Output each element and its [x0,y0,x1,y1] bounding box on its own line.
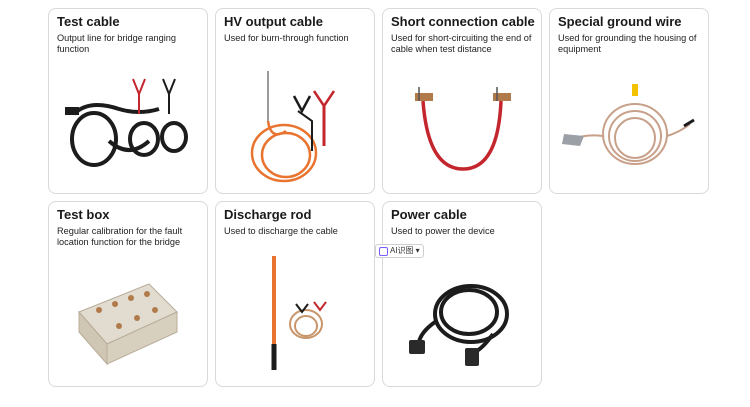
card-special-ground-wire[interactable]: Special ground wire Used for grounding t… [549,8,709,194]
card-title: Power cable [391,207,467,222]
card-discharge-rod[interactable]: Discharge rod Used to discharge the cabl… [215,201,375,387]
ground-wire-image [562,84,695,165]
card-description: Used for short-circuiting the end of cab… [391,33,532,54]
test-cable-image [65,78,188,167]
card-test-box[interactable]: Test box Regular calibration for the fau… [48,201,208,387]
card-description: Used for grounding the housing of equipm… [558,33,697,54]
test-box-image [78,283,178,366]
ai-image-recognition-button[interactable]: AI识图 ▾ [375,244,424,258]
card-description: Used to discharge the cable [224,226,338,236]
card-title: Special ground wire [558,14,682,29]
hv-output-cable-image [250,71,336,183]
card-title: Test cable [57,14,120,29]
card-title: Discharge rod [224,207,312,222]
chevron-down-icon: ▾ [415,246,420,255]
discharge-rod-image [271,256,327,370]
ai-badge-label: AI识图 [390,246,414,255]
card-description: Used to power the device [391,226,495,236]
card-description: Used for burn-through function [224,33,349,43]
card-description: Output line for bridge ranging function [57,33,177,54]
card-title: Short connection cable [391,14,535,29]
card-short-connection-cable[interactable]: Short connection cable Used for short-ci… [382,8,542,194]
short-connection-cable-image [415,87,511,171]
card-description: Regular calibration for the fault locati… [57,226,183,247]
card-title: Test box [57,207,110,222]
card-power-cable[interactable]: Power cable Used to power the device [382,201,542,387]
ai-scan-icon [379,246,388,256]
power-cable-image [409,284,509,366]
card-hv-output-cable[interactable]: HV output cable Used for burn-through fu… [215,8,375,194]
card-title: HV output cable [224,14,323,29]
card-test-cable[interactable]: Test cable Output line for bridge rangin… [48,8,208,194]
